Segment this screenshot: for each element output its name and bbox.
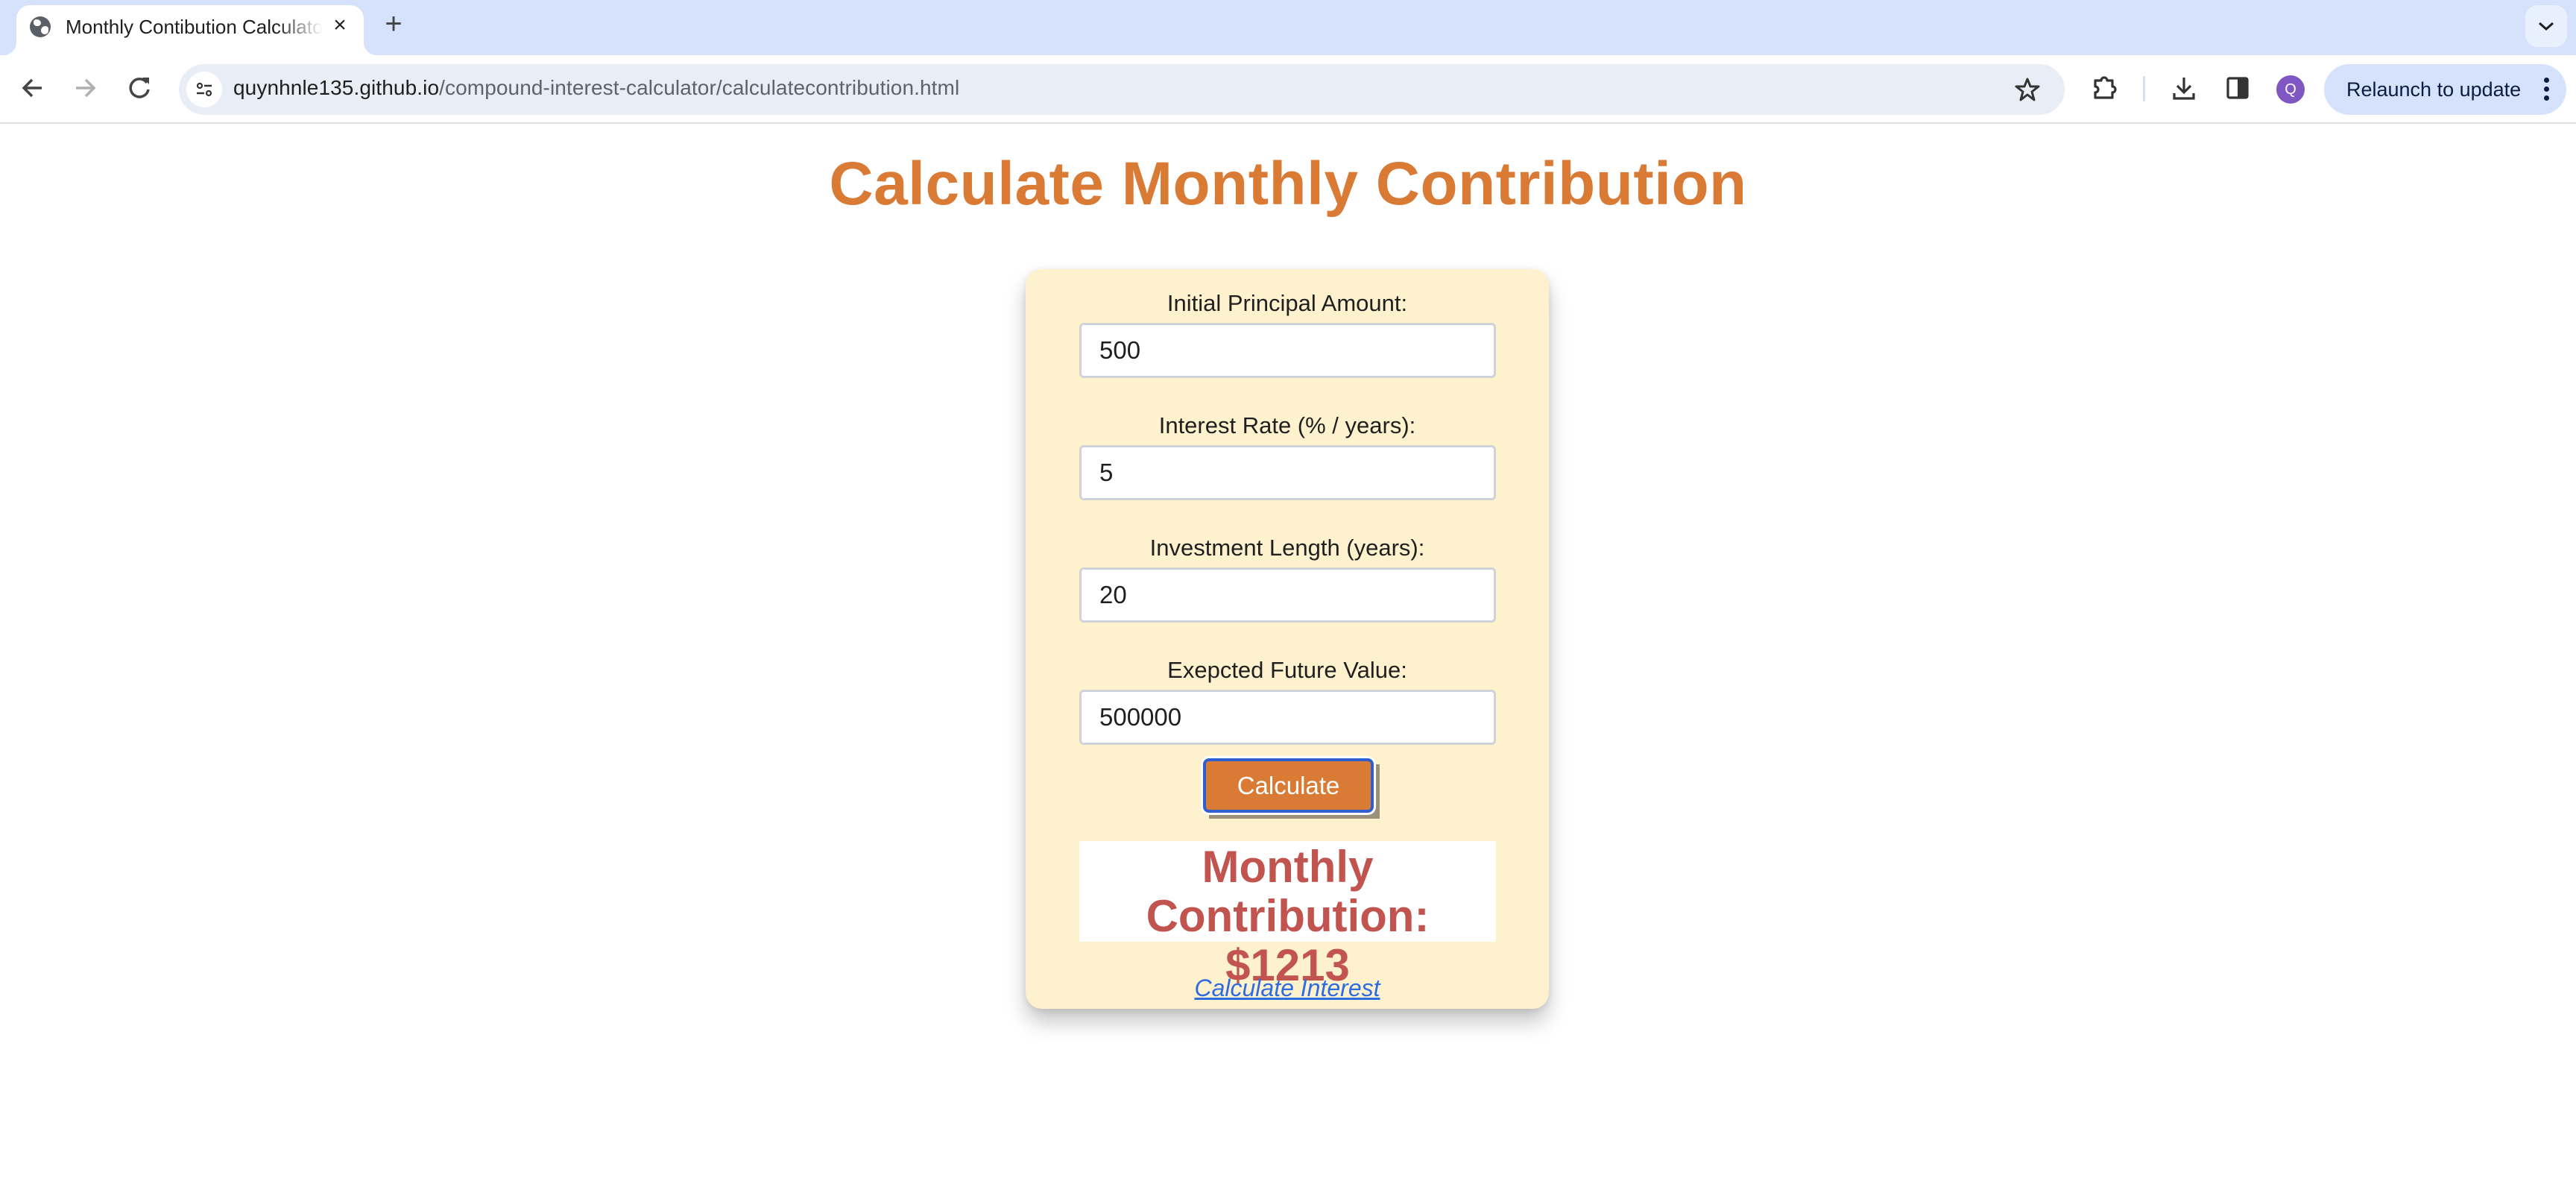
bookmark-button[interactable]	[2014, 76, 2041, 103]
download-icon	[2173, 78, 2195, 100]
kebab-menu-icon[interactable]	[2544, 78, 2550, 101]
back-button[interactable]	[16, 72, 49, 104]
interest-rate-label: Interest Rate (% / years):	[1158, 412, 1416, 438]
principal-input[interactable]	[1079, 323, 1496, 378]
relaunch-label: Relaunch to update	[2346, 78, 2522, 101]
reload-icon	[129, 78, 150, 98]
site-info-button[interactable]	[186, 72, 222, 107]
calculate-interest-link[interactable]: Calculate Interest	[1026, 975, 1549, 1002]
side-panel-button[interactable]	[2221, 72, 2254, 104]
interest-rate-input[interactable]	[1079, 445, 1496, 500]
future-value-input[interactable]	[1079, 690, 1496, 745]
calculate-button-wrapper: Calculate	[1203, 758, 1380, 819]
relaunch-to-update-button[interactable]: Relaunch to update	[2324, 64, 2566, 115]
toolbar-divider	[2143, 76, 2145, 101]
result-line-1: Monthly	[1202, 842, 1374, 892]
tab-title: Monthly Contibution Calculator	[66, 16, 323, 38]
investment-length-input[interactable]	[1079, 567, 1496, 623]
calculator-card: Initial Principal Amount: Interest Rate …	[1026, 269, 1549, 1009]
forward-button[interactable]	[69, 72, 101, 104]
arrow-right-icon	[76, 78, 96, 98]
globe-icon	[30, 16, 51, 37]
future-value-label: Exepcted Future Value:	[1167, 657, 1407, 683]
arrow-left-icon	[22, 78, 42, 98]
principal-label: Initial Principal Amount:	[1167, 290, 1408, 316]
star-icon	[2015, 78, 2040, 101]
address-bar[interactable]: quynhnle135.github.io/compound-interest-…	[179, 64, 2065, 115]
url-path: /compound-interest-calculator/calculatec…	[439, 76, 960, 99]
result-box: Monthly Contribution: $1213	[1079, 841, 1496, 990]
reload-button[interactable]	[123, 72, 156, 104]
tab-strip: Monthly Contibution Calculator × +	[0, 0, 2576, 55]
url-text[interactable]: quynhnle135.github.io/compound-interest-…	[233, 76, 959, 100]
url-host: quynhnle135.github.io	[233, 76, 440, 99]
chevron-down-icon	[2539, 22, 2554, 31]
investment-length-label: Investment Length (years):	[1149, 535, 1425, 561]
page-title: Calculate Monthly Contribution	[829, 150, 1747, 218]
sidebar-icon	[2226, 77, 2249, 99]
extensions-button[interactable]	[2088, 72, 2121, 104]
puzzle-icon	[2094, 76, 2117, 99]
browser-tab-active[interactable]: Monthly Contibution Calculator ×	[3, 5, 377, 55]
browser-toolbar: quynhnle135.github.io/compound-interest-…	[0, 55, 2576, 124]
plus-icon[interactable]: +	[380, 9, 407, 39]
profile-avatar[interactable]: Q	[2276, 75, 2305, 104]
tune-icon	[196, 82, 212, 97]
tab-search-button[interactable]	[2525, 5, 2567, 47]
calculate-button[interactable]: Calculate	[1203, 758, 1374, 813]
downloads-button[interactable]	[2168, 72, 2200, 104]
close-icon[interactable]: ×	[329, 14, 351, 37]
